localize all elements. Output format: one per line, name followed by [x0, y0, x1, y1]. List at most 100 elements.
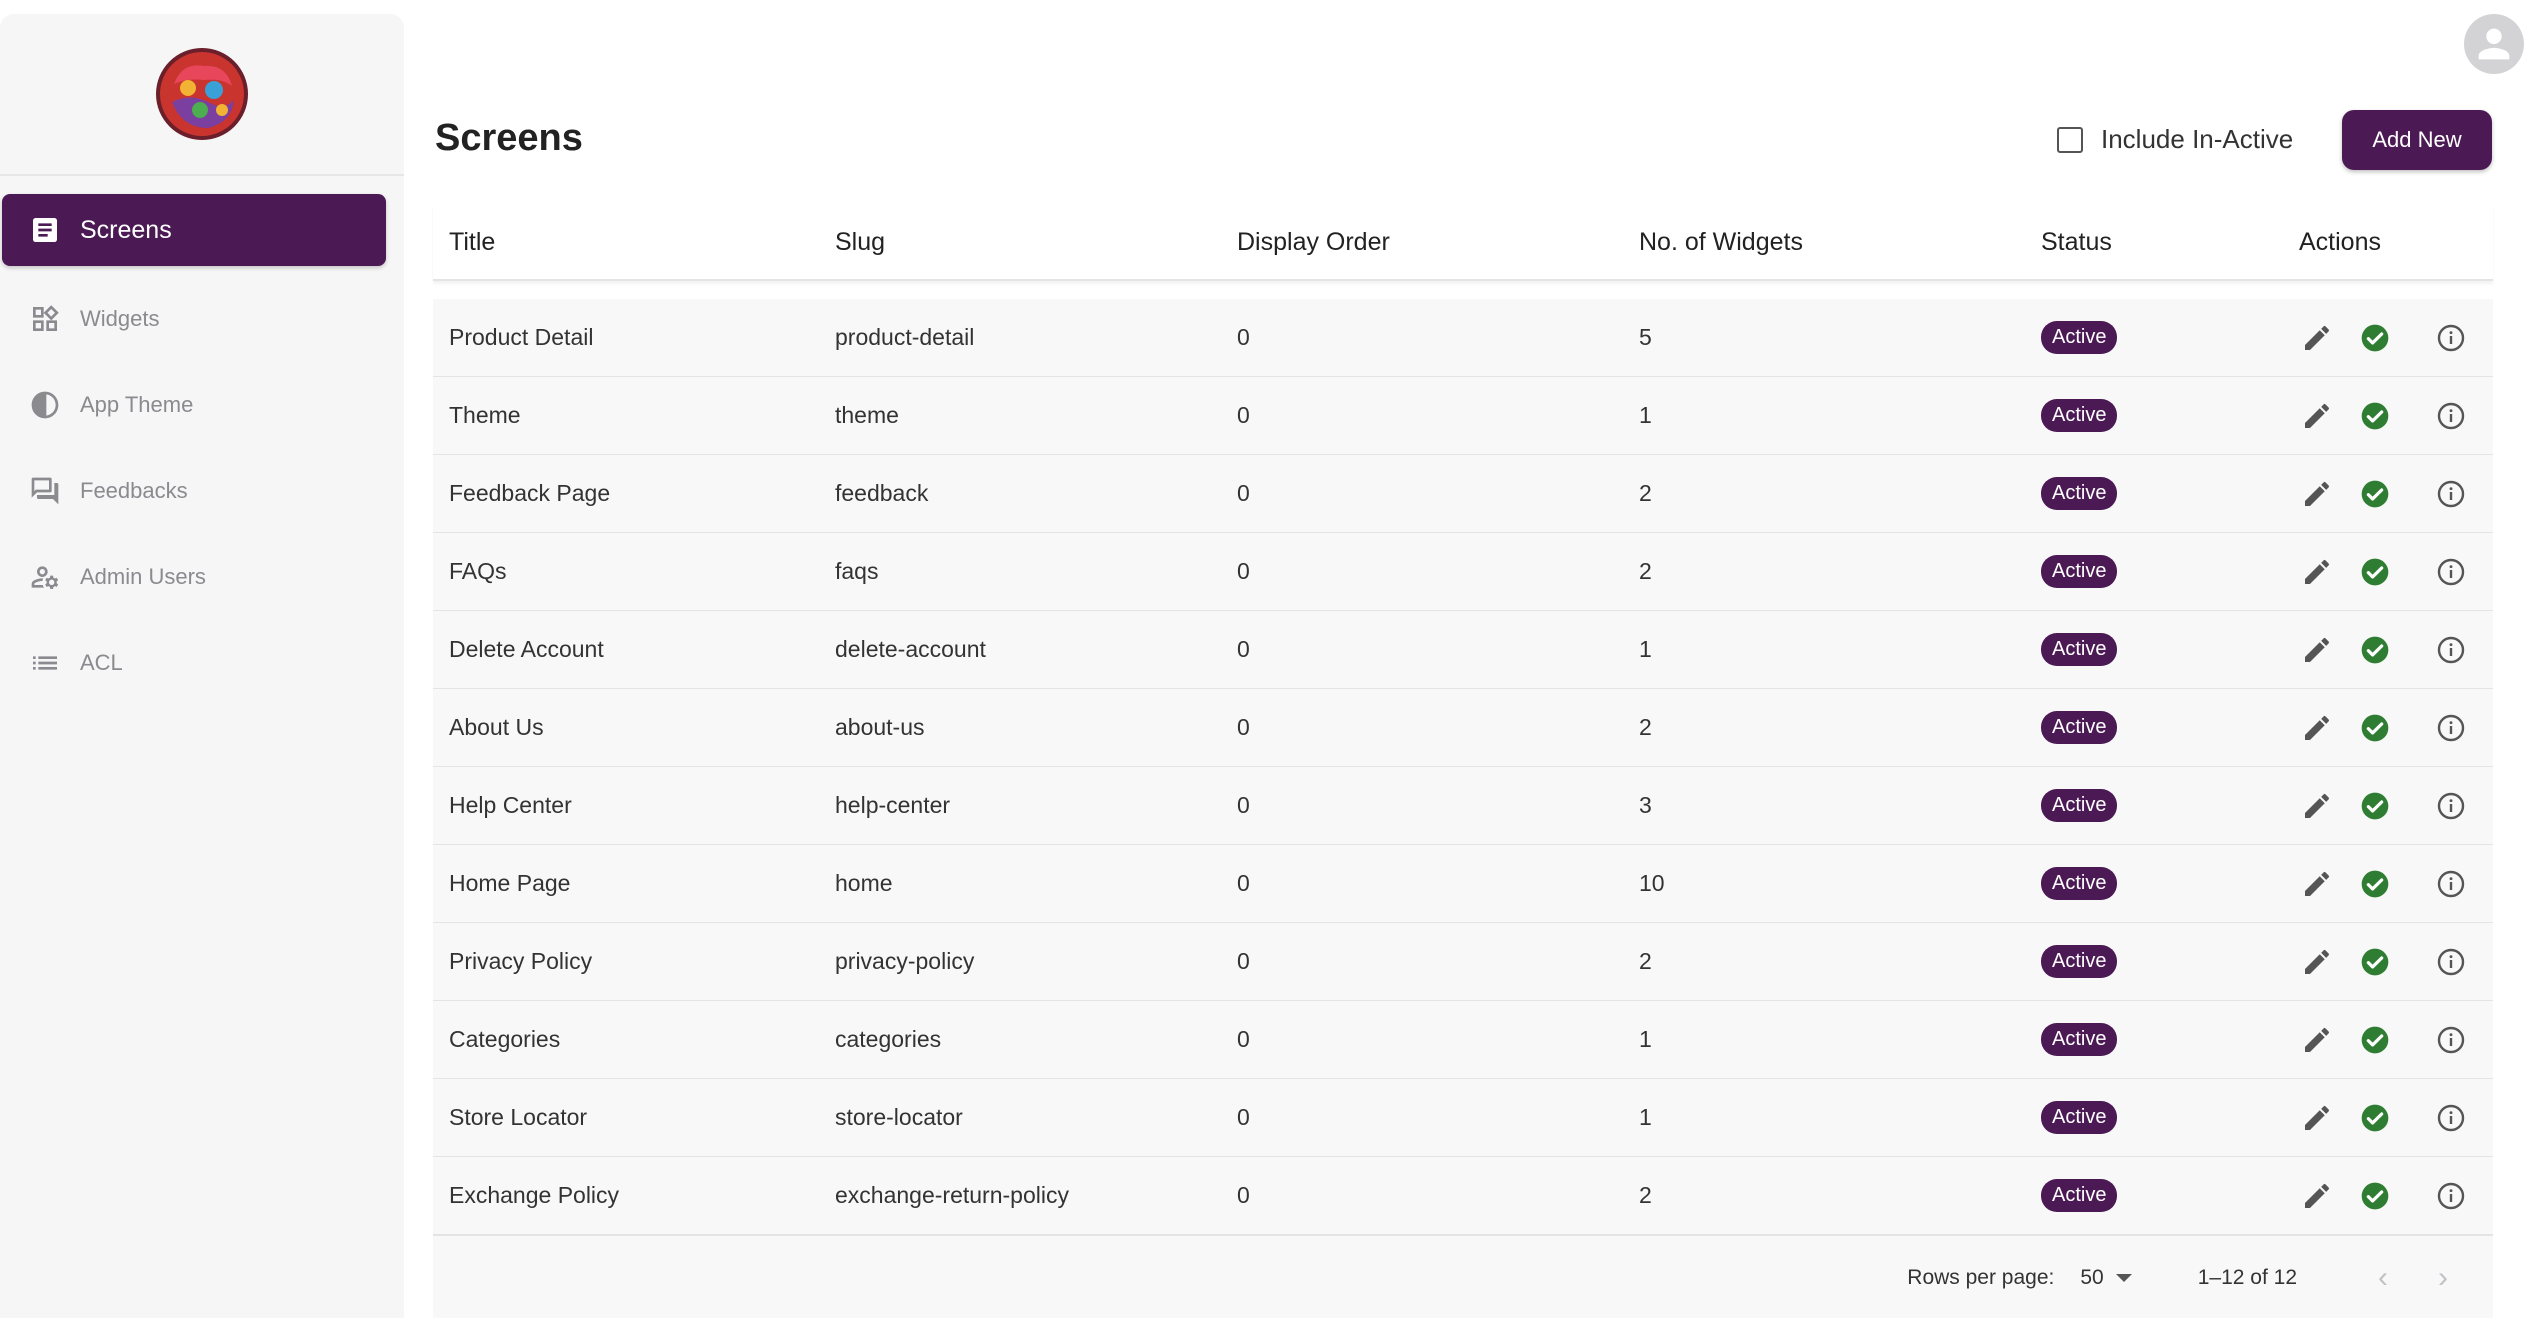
cell-display-order: 0: [1237, 792, 1250, 818]
info-icon[interactable]: [2433, 556, 2469, 588]
chevron-right-icon[interactable]: ›: [2423, 1258, 2463, 1298]
edit-icon[interactable]: [2299, 868, 2335, 900]
table-row[interactable]: Product Detail product-detail 0 5 Active: [433, 299, 2493, 377]
column-header-status[interactable]: Status: [2041, 228, 2299, 257]
check-circle-icon[interactable]: [2357, 1024, 2393, 1056]
edit-icon[interactable]: [2299, 946, 2335, 978]
brand-logo[interactable]: [152, 44, 252, 144]
cell-title: Home Page: [449, 870, 571, 896]
info-icon[interactable]: [2433, 478, 2469, 510]
table-row[interactable]: Feedback Page feedback 0 2 Active: [433, 455, 2493, 533]
sidebar-item-feedbacks[interactable]: Feedbacks: [0, 448, 404, 534]
cell-title: FAQs: [449, 558, 507, 584]
edit-icon[interactable]: [2299, 400, 2335, 432]
table-row[interactable]: Privacy Policy privacy-policy 0 2 Active: [433, 923, 2493, 1001]
cell-widget-count: 3: [1639, 792, 1652, 818]
chevron-left-icon[interactable]: ‹: [2363, 1258, 2403, 1298]
table-row[interactable]: Delete Account delete-account 0 1 Active: [433, 611, 2493, 689]
screens-table: Title Slug Display Order No. of Widgets …: [433, 205, 2493, 1318]
status-badge: Active: [2041, 633, 2118, 666]
edit-icon[interactable]: [2299, 712, 2335, 744]
edit-icon[interactable]: [2299, 1102, 2335, 1134]
check-circle-icon[interactable]: [2357, 322, 2393, 354]
info-icon[interactable]: [2433, 634, 2469, 666]
column-header-slug[interactable]: Slug: [835, 228, 1237, 257]
cell-title: Categories: [449, 1026, 561, 1052]
table-row[interactable]: Exchange Policy exchange-return-policy 0…: [433, 1157, 2493, 1235]
cell-slug: feedback: [835, 480, 929, 506]
status-badge: Active: [2041, 477, 2118, 510]
cell-widget-count: 1: [1639, 636, 1652, 662]
status-badge: Active: [2041, 789, 2118, 822]
include-inactive-checkbox[interactable]: [2057, 126, 2083, 153]
status-badge: Active: [2041, 1179, 2118, 1212]
user-avatar[interactable]: [2464, 14, 2524, 74]
cell-widget-count: 2: [1639, 948, 1652, 974]
edit-icon[interactable]: [2299, 478, 2335, 510]
check-circle-icon[interactable]: [2357, 868, 2393, 900]
cell-status: Active: [2041, 477, 2299, 510]
sidebar-item-screens[interactable]: Screens: [2, 194, 386, 266]
check-circle-icon[interactable]: [2357, 634, 2393, 666]
info-icon[interactable]: [2433, 1024, 2469, 1056]
check-circle-icon[interactable]: [2357, 946, 2393, 978]
cell-display-order: 0: [1237, 1104, 1250, 1130]
sidebar-item-widgets[interactable]: Widgets: [0, 276, 404, 362]
info-icon[interactable]: [2433, 946, 2469, 978]
rows-per-page-label: Rows per page:: [1907, 1265, 2055, 1289]
status-badge: Active: [2041, 1101, 2118, 1134]
rows-per-page-select[interactable]: 50: [2080, 1266, 2132, 1290]
table-row[interactable]: FAQs faqs 0 2 Active: [433, 533, 2493, 611]
account-icon: [2478, 28, 2510, 60]
cell-actions: [2299, 322, 2493, 354]
edit-icon[interactable]: [2299, 634, 2335, 666]
cell-status: Active: [2041, 945, 2299, 978]
info-icon[interactable]: [2433, 1102, 2469, 1134]
cell-widget-count: 5: [1639, 324, 1652, 350]
sidebar-item-app-theme[interactable]: App Theme: [0, 362, 404, 448]
cell-status: Active: [2041, 711, 2299, 744]
info-icon[interactable]: [2433, 868, 2469, 900]
edit-icon[interactable]: [2299, 556, 2335, 588]
info-icon[interactable]: [2433, 712, 2469, 744]
column-header-title[interactable]: Title: [433, 228, 835, 257]
status-badge: Active: [2041, 321, 2118, 354]
edit-icon[interactable]: [2299, 322, 2335, 354]
table-row[interactable]: Home Page home 0 10 Active: [433, 845, 2493, 923]
column-header-widgets[interactable]: No. of Widgets: [1639, 228, 2041, 257]
manage-accounts-icon: [28, 560, 62, 594]
info-icon[interactable]: [2433, 400, 2469, 432]
check-circle-icon[interactable]: [2357, 478, 2393, 510]
sidebar-item-acl[interactable]: ACL: [0, 620, 404, 706]
edit-icon[interactable]: [2299, 1024, 2335, 1056]
cell-widget-count: 2: [1639, 1182, 1652, 1208]
edit-icon[interactable]: [2299, 1180, 2335, 1212]
check-circle-icon[interactable]: [2357, 556, 2393, 588]
check-circle-icon[interactable]: [2357, 1180, 2393, 1212]
cell-title: Product Detail: [449, 324, 594, 350]
edit-icon[interactable]: [2299, 790, 2335, 822]
cell-widget-count: 1: [1639, 1104, 1652, 1130]
cell-title: Help Center: [449, 792, 572, 818]
info-icon[interactable]: [2433, 322, 2469, 354]
sidebar: Screens Widgets App Theme Feedbacks Admi…: [0, 14, 404, 1318]
check-circle-icon[interactable]: [2357, 712, 2393, 744]
table-row[interactable]: Help Center help-center 0 3 Active: [433, 767, 2493, 845]
check-circle-icon[interactable]: [2357, 1102, 2393, 1134]
sidebar-item-admin-users[interactable]: Admin Users: [0, 534, 404, 620]
table-row[interactable]: Theme theme 0 1 Active: [433, 377, 2493, 455]
info-icon[interactable]: [2433, 1180, 2469, 1212]
cell-actions: [2299, 1024, 2493, 1056]
cell-status: Active: [2041, 867, 2299, 900]
cell-status: Active: [2041, 1101, 2299, 1134]
include-inactive-toggle[interactable]: Include In-Active: [2057, 124, 2293, 155]
column-header-display-order[interactable]: Display Order: [1237, 228, 1639, 257]
info-icon[interactable]: [2433, 790, 2469, 822]
sidebar-item-label: ACL: [80, 650, 123, 675]
table-row[interactable]: About Us about-us 0 2 Active: [433, 689, 2493, 767]
check-circle-icon[interactable]: [2357, 400, 2393, 432]
table-row[interactable]: Categories categories 0 1 Active: [433, 1001, 2493, 1079]
check-circle-icon[interactable]: [2357, 790, 2393, 822]
table-row[interactable]: Store Locator store-locator 0 1 Active: [433, 1079, 2493, 1157]
add-new-button[interactable]: Add New: [2342, 110, 2492, 170]
